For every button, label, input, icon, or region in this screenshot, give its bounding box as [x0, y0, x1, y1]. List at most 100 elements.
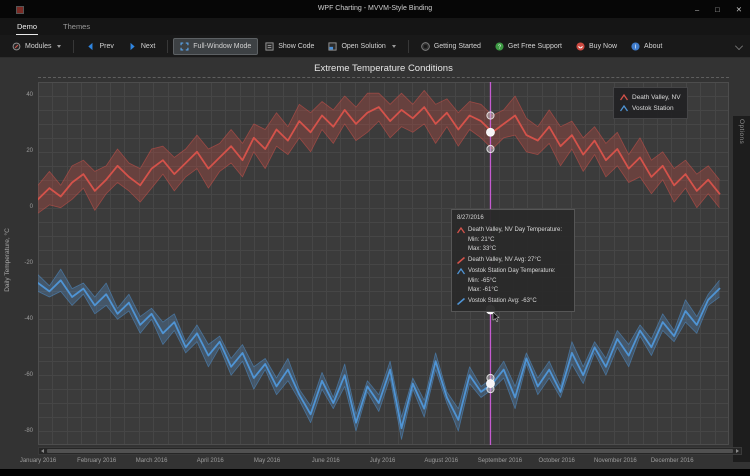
tab-themes[interactable]: Themes	[63, 22, 90, 31]
tooltip-dv-max: Max: 33°C	[457, 245, 569, 254]
vostok-band-icon	[457, 268, 465, 275]
x-tick-label: May 2016	[254, 458, 280, 464]
tooltip-date: 8/27/2016	[457, 214, 569, 223]
toolbar-separator	[167, 40, 168, 53]
y-tick-label: -20	[5, 260, 33, 266]
x-tick-label: March 2016	[136, 458, 168, 464]
toolbar-separator	[408, 40, 409, 53]
tooltip-vs-min: Min: -65°C	[457, 277, 569, 286]
crosshair-tooltip: 8/27/2016 Death Valley, NV Day Temperatu…	[451, 209, 575, 312]
chart-top-border	[38, 77, 729, 78]
toolbar-button-about[interactable]: iAbout	[624, 38, 669, 55]
x-tick-label: January 2016	[20, 458, 56, 464]
x-tick-label: December 2016	[651, 458, 694, 464]
open-solution-icon	[328, 42, 337, 51]
full-window-icon	[180, 42, 189, 51]
chevron-down-icon	[392, 45, 396, 48]
scrollbar-right-arrow-icon[interactable]	[734, 448, 741, 454]
tooltip-dv-avg: Death Valley, NV Avg: 27°C	[457, 256, 569, 265]
toolbar-button-label: Getting Started	[434, 43, 481, 50]
legend-label: Death Valley, NV	[632, 92, 681, 103]
temperature-band	[38, 269, 720, 439]
options-panel-strip: Options	[733, 116, 750, 462]
toolbar-button-getting-started[interactable]: Getting Started	[414, 38, 488, 55]
x-tick-label: June 2016	[312, 458, 340, 464]
title-bar: WPF Charting - MVVM-Style Binding – □ ✕	[0, 0, 750, 18]
toolbar-button-next[interactable]: Next	[121, 38, 162, 55]
modules-icon	[12, 42, 21, 51]
maximize-button[interactable]: □	[715, 5, 720, 14]
prev-arrow-icon	[86, 42, 95, 51]
toolbar-button-label: Show Code	[278, 43, 314, 50]
vostok-line-icon	[457, 298, 465, 305]
chevron-down-icon	[57, 45, 61, 48]
plot-area[interactable]	[38, 82, 729, 445]
toolbar-button-label: Next	[141, 43, 155, 50]
chart-surface: Extreme Temperature Conditions Daily Tem…	[0, 58, 750, 469]
about-icon: i	[631, 42, 640, 51]
toolbar-button-label: Prev	[99, 43, 113, 50]
tooltip-text: Vostok Station Day Temperature:	[468, 267, 556, 276]
toolbar-button-prev[interactable]: Prev	[79, 38, 120, 55]
mouse-pointer-icon	[493, 312, 499, 322]
tooltip-vs-max: Max: -61°C	[457, 286, 569, 295]
tooltip-text: Death Valley, NV Avg: 27°C	[468, 256, 541, 265]
toolbar-button-full-window-mode[interactable]: Full-Window Mode	[173, 38, 258, 55]
toolbar-button-get-free-support[interactable]: ? Get Free Support	[488, 38, 569, 55]
close-button[interactable]: ✕	[736, 5, 742, 14]
app-window: WPF Charting - MVVM-Style Binding – □ ✕ …	[0, 0, 750, 476]
tooltip-text: Vostok Station Avg: -63°C	[468, 297, 537, 306]
x-tick-label: August 2016	[424, 458, 458, 464]
toolbar-button-open-solution[interactable]: Open Solution	[321, 38, 402, 55]
toolbar-button-buy-now[interactable]: Buy Now	[569, 38, 624, 55]
next-arrow-icon	[128, 42, 137, 51]
window-bottom-border	[0, 469, 750, 476]
band-marker	[487, 112, 494, 119]
x-tick-label: April 2016	[197, 458, 224, 464]
toolbar-button-label: Open Solution	[341, 43, 385, 50]
ribbon-tabs: Demo Themes	[0, 18, 750, 35]
scrollbar-left-arrow-icon[interactable]	[39, 448, 46, 454]
y-tick-label: 0	[5, 204, 33, 210]
toolbar-separator	[73, 40, 74, 53]
chart-canvas	[38, 82, 729, 445]
getting-started-icon	[421, 42, 430, 51]
death-valley-band-icon	[457, 227, 465, 234]
chart-title: Extreme Temperature Conditions	[38, 63, 729, 74]
tooltip-vs-avg: Vostok Station Avg: -63°C	[457, 297, 569, 306]
tooltip-dv-day: Death Valley, NV Day Temperature:	[457, 226, 569, 235]
y-tick-label: -80	[5, 428, 33, 434]
toolbar-button-label: Get Free Support	[508, 43, 562, 50]
y-tick-label: 40	[5, 92, 33, 98]
tab-demo[interactable]: Demo	[17, 22, 37, 31]
legend-label: Vostok Station	[632, 103, 674, 114]
toolbar-button-label: Buy Now	[589, 43, 617, 50]
x-tick-label: July 2016	[370, 458, 396, 464]
death-valley-line-icon	[457, 257, 465, 264]
show-code-icon	[265, 42, 274, 51]
legend-item-death-valley: Death Valley, NV	[620, 92, 681, 103]
series-vostok	[38, 269, 720, 439]
band-marker	[487, 145, 494, 152]
get-free-support-icon: ?	[495, 42, 504, 51]
minimize-button[interactable]: –	[695, 5, 699, 14]
options-panel-tab[interactable]: Options	[738, 119, 745, 144]
toolbar-button-label: Modules	[25, 43, 51, 50]
vostok-band-icon	[620, 105, 628, 112]
tooltip-dv-min: Min: 21°C	[457, 236, 569, 245]
tooltip-text: Death Valley, NV Day Temperature:	[468, 226, 562, 235]
x-tick-label: November 2016	[594, 458, 637, 464]
x-tick-label: September 2016	[478, 458, 522, 464]
x-tick-label: October 2016	[539, 458, 575, 464]
avg-marker	[486, 380, 494, 388]
toolbar-button-show-code[interactable]: Show Code	[258, 38, 321, 55]
death-valley-band-icon	[620, 94, 628, 101]
avg-marker	[486, 128, 494, 136]
scrollbar-thumb[interactable]	[47, 449, 733, 453]
horizontal-scrollbar[interactable]	[38, 447, 742, 455]
buy-now-icon	[576, 42, 585, 51]
toolbar-overflow-chevron-icon[interactable]	[735, 42, 743, 50]
x-tick-label: February 2016	[77, 458, 116, 464]
toolbar-button-modules[interactable]: Modules	[5, 38, 68, 55]
y-tick-label: 20	[5, 148, 33, 154]
